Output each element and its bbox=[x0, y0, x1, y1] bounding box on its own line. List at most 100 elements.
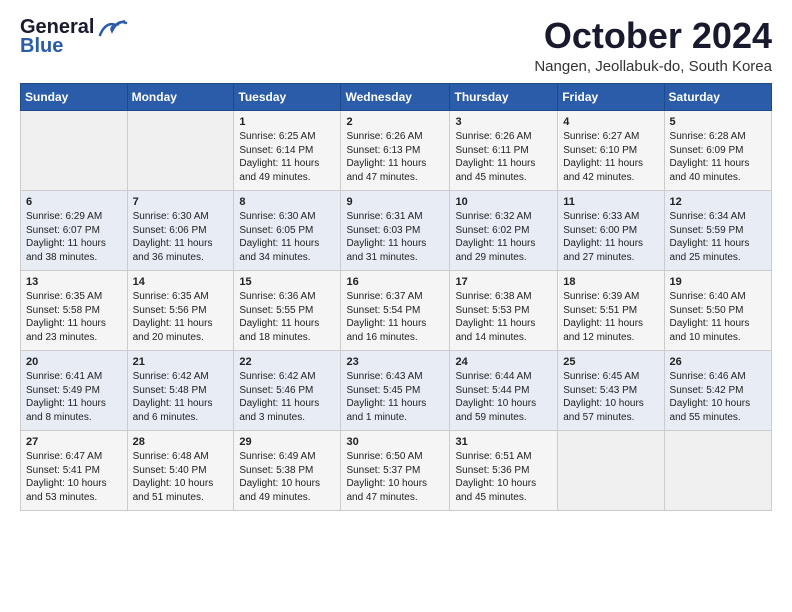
col-tuesday: Tuesday bbox=[234, 83, 341, 110]
table-row: 8Sunrise: 6:30 AM Sunset: 6:05 PM Daylight… bbox=[234, 190, 341, 270]
sunrise-text: Sunrise: 6:27 AM bbox=[563, 131, 639, 142]
sunset-text: Sunset: 6:07 PM bbox=[26, 225, 100, 236]
sunset-text: Sunset: 6:03 PM bbox=[346, 225, 420, 236]
sunrise-text: Sunrise: 6:46 AM bbox=[670, 371, 746, 382]
sunset-text: Sunset: 6:05 PM bbox=[239, 225, 313, 236]
sunset-text: Sunset: 5:38 PM bbox=[239, 465, 313, 476]
sunrise-text: Sunrise: 6:41 AM bbox=[26, 371, 102, 382]
sunset-text: Sunset: 5:36 PM bbox=[455, 465, 529, 476]
daylight-text: Daylight: 11 hours and 40 minutes. bbox=[670, 158, 750, 183]
daylight-text: Daylight: 11 hours and 6 minutes. bbox=[133, 398, 213, 423]
sunset-text: Sunset: 6:02 PM bbox=[455, 225, 529, 236]
daylight-text: Daylight: 10 hours and 45 minutes. bbox=[455, 478, 536, 503]
day-number: 21 bbox=[133, 355, 229, 370]
table-row: 26Sunrise: 6:46 AMSunset: 5:42 PMDayligh… bbox=[664, 350, 771, 430]
day-number: 9 bbox=[346, 195, 444, 210]
table-row: 15Sunrise: 6:36 AMSunset: 5:55 PMDayligh… bbox=[234, 270, 341, 350]
table-row: 2Sunrise: 6:26 AMSunset: 6:13 PMDaylight… bbox=[341, 110, 450, 190]
table-row: 28Sunrise: 6:48 AMSunset: 5:40 PMDayligh… bbox=[127, 430, 234, 510]
sunrise-text: Sunrise: 6:40 AM bbox=[670, 291, 746, 302]
day-number: 5 bbox=[670, 115, 766, 130]
daylight-text: Daylight: 11 hours and 14 minutes. bbox=[455, 318, 535, 343]
sunset-text: Sunset: 5:58 PM bbox=[26, 305, 100, 316]
sunset-text: Sunset: 5:44 PM bbox=[455, 385, 529, 396]
sunrise-text: Sunrise: 6:36 AM bbox=[239, 291, 315, 302]
sunrise-text: Sunrise: 6:31 AM bbox=[346, 211, 422, 222]
col-wednesday: Wednesday bbox=[341, 83, 450, 110]
sunset-text: Sunset: 5:46 PM bbox=[239, 385, 313, 396]
calendar-header: Sunday Monday Tuesday Wednesday Thursday… bbox=[21, 83, 772, 110]
daylight-text: Daylight: 11 hours and 49 minutes. bbox=[239, 158, 319, 183]
sunrise-text: Sunrise: 6:47 AM bbox=[26, 451, 102, 462]
table-row: 9Sunrise: 6:31 AMSunset: 6:03 PMDaylight… bbox=[341, 190, 450, 270]
day-number: 31 bbox=[455, 435, 552, 450]
table-row: 29Sunrise: 6:49 AMSunset: 5:38 PMDayligh… bbox=[234, 430, 341, 510]
sunset-text: Sunset: 6:09 PM bbox=[670, 145, 744, 156]
sunset-text: Sunset: 6:14 PM bbox=[239, 145, 313, 156]
day-number: 29 bbox=[239, 435, 335, 450]
sunset-text: Sunset: 6:10 PM bbox=[563, 145, 637, 156]
col-saturday: Saturday bbox=[664, 83, 771, 110]
table-row: 10Sunrise: 6:32 AMSunset: 6:02 PMDayligh… bbox=[450, 190, 558, 270]
daylight-text: Daylight: 11 hours and 16 minutes. bbox=[346, 318, 426, 343]
sunset-text: Sunset: 5:54 PM bbox=[346, 305, 420, 316]
day-number: 4 bbox=[563, 115, 658, 130]
day-number: 8 bbox=[239, 195, 335, 210]
sunset-text: Sunset: 5:49 PM bbox=[26, 385, 100, 396]
location: Nangen, Jeollabuk-do, South Korea bbox=[534, 58, 772, 75]
sunrise-text: Sunrise: 6:50 AM bbox=[346, 451, 422, 462]
sunset-text: Sunset: 5:37 PM bbox=[346, 465, 420, 476]
col-sunday: Sunday bbox=[21, 83, 128, 110]
day-number: 20 bbox=[26, 355, 122, 370]
daylight-text: Daylight: 11 hours and 20 minutes. bbox=[133, 318, 213, 343]
sunrise-text: Sunrise: 6:25 AM bbox=[239, 131, 315, 142]
sunrise-text: Sunrise: 6:42 AM bbox=[133, 371, 209, 382]
sunset-text: Sunset: 6:00 PM bbox=[563, 225, 637, 236]
daylight-text: Daylight: 10 hours and 47 minutes. bbox=[346, 478, 427, 503]
table-row: 31Sunrise: 6:51 AM Sunset: 5:36 PM Dayligh… bbox=[450, 430, 558, 510]
day-number: 24 bbox=[455, 355, 552, 370]
header: General Blue October 2024 Nangen, Jeolla… bbox=[20, 16, 772, 75]
table-row: 11Sunrise: 6:33 AMSunset: 6:00 PMDayligh… bbox=[558, 190, 664, 270]
sunrise-text: Sunrise: 6:43 AM bbox=[346, 371, 422, 382]
calendar-body: 1Sunrise: 6:25 AMSunset: 6:14 PMDaylight… bbox=[21, 110, 772, 510]
logo: General Blue bbox=[20, 16, 128, 58]
sunrise-text: Sunrise: 6:26 AM bbox=[455, 131, 531, 142]
logo-blue: Blue bbox=[20, 35, 63, 58]
sunrise-text: Sunrise: 6:28 AM bbox=[670, 131, 746, 142]
table-row: 13Sunrise: 6:35 AMSunset: 5:58 PMDayligh… bbox=[21, 270, 128, 350]
sunrise-text: Sunrise: 6:51 AM bbox=[455, 451, 531, 462]
page-container: General Blue October 2024 Nangen, Jeolla… bbox=[0, 0, 792, 521]
daylight-text: Daylight: 11 hours and 38 minutes. bbox=[26, 238, 106, 263]
sunrise-text: Sunrise: 6:32 AM bbox=[455, 211, 531, 222]
daylight-text: Daylight: 11 hours and 18 minutes. bbox=[239, 318, 319, 343]
sunset-text: Sunset: 5:53 PM bbox=[455, 305, 529, 316]
table-row: 24Sunrise: 6:44 AMSunset: 5:44 PMDayligh… bbox=[450, 350, 558, 430]
sunrise-text: Sunrise: 6:29 AM bbox=[26, 211, 102, 222]
table-row: 25Sunrise: 6:45 AMSunset: 5:43 PMDayligh… bbox=[558, 350, 664, 430]
table-row: 3Sunrise: 6:26 AMSunset: 6:11 PMDaylight… bbox=[450, 110, 558, 190]
table-row: 30Sunrise: 6:50 AMSunset: 5:37 PMDayligh… bbox=[341, 430, 450, 510]
daylight-text: Daylight: 11 hours and 34 minutes. bbox=[239, 238, 319, 263]
sunrise-text: Sunrise: 6:38 AM bbox=[455, 291, 531, 302]
table-row: 27Sunrise: 6:47 AMSunset: 5:41 PMDayligh… bbox=[21, 430, 128, 510]
table-row: 1Sunrise: 6:25 AMSunset: 6:14 PMDaylight… bbox=[234, 110, 341, 190]
day-number: 22 bbox=[239, 355, 335, 370]
day-number: 3 bbox=[455, 115, 552, 130]
daylight-text: Daylight: 10 hours and 51 minutes. bbox=[133, 478, 214, 503]
table-row: 7Sunrise: 6:30 AMSunset: 6:06 PMDaylight… bbox=[127, 190, 234, 270]
sunset-text: Sunset: 5:40 PM bbox=[133, 465, 207, 476]
daylight-text: Daylight: 11 hours and 47 minutes. bbox=[346, 158, 426, 183]
daylight-text: Daylight: 10 hours and 59 minutes. bbox=[455, 398, 536, 423]
sunrise-text: Sunrise: 6:30 AM bbox=[239, 211, 315, 222]
sunrise-text: Sunrise: 6:42 AM bbox=[239, 371, 315, 382]
table-row bbox=[21, 110, 128, 190]
table-row: 17Sunrise: 6:38 AMSunset: 5:53 PMDayligh… bbox=[450, 270, 558, 350]
daylight-text: Daylight: 11 hours and 27 minutes. bbox=[563, 238, 643, 263]
table-row: 6Sunrise: 6:29 AMSunset: 6:07 PMDaylight… bbox=[21, 190, 128, 270]
day-number: 25 bbox=[563, 355, 658, 370]
sunset-text: Sunset: 6:06 PM bbox=[133, 225, 207, 236]
day-number: 26 bbox=[670, 355, 766, 370]
sunset-text: Sunset: 5:41 PM bbox=[26, 465, 100, 476]
day-number: 23 bbox=[346, 355, 444, 370]
